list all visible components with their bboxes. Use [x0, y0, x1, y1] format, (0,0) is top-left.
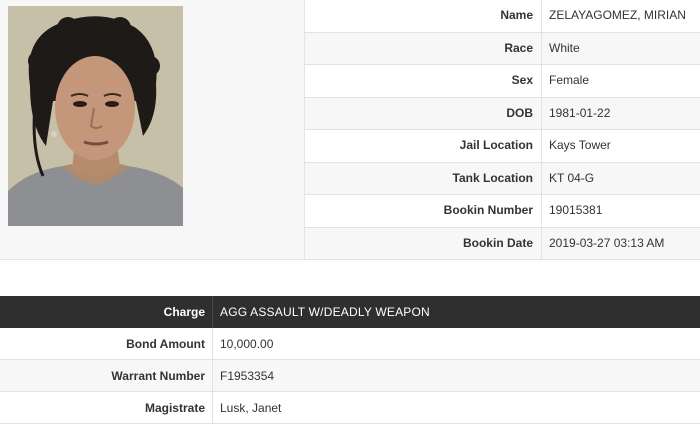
info-label: Bookin Number — [305, 195, 542, 227]
info-value: White — [549, 40, 580, 55]
charge-row-value: 10,000.00 — [220, 337, 274, 351]
info-value: Female — [549, 73, 590, 87]
charge-row-label: Bond Amount — [0, 328, 213, 359]
info-row-dob: DOB 1981-01-22 — [305, 97, 700, 130]
info-row-jail-location: Jail Location Kays Tower — [305, 130, 700, 163]
charge-header-row: Charge AGG ASSAULT W/DEADLY WEAPON — [0, 296, 700, 328]
info-label: Tank Location — [305, 162, 542, 194]
photo-cell — [0, 0, 305, 260]
charge-value: AGG ASSAULT W/DEADLY WEAPON — [220, 305, 430, 319]
info-label: Sex — [305, 65, 542, 97]
info-row-bookin-date: Bookin Date 2019-03-27 03:13 AM — [305, 227, 700, 260]
charge-row-bond-amount: Bond Amount 10,000.00 — [0, 328, 700, 360]
info-value: 19015381 — [549, 203, 603, 217]
info-row-tank-location: Tank Location KT 04-G — [305, 162, 700, 195]
inmate-panel: Name ZELAYAGOMEZ, MIRIAN Race White Sex … — [0, 0, 700, 260]
charge-row-magistrate: Magistrate Lusk, Janet — [0, 392, 700, 424]
info-row-name: Name ZELAYAGOMEZ, MIRIAN — [305, 0, 700, 33]
info-value: 2019-03-27 03:13 AM — [549, 235, 665, 250]
info-label: DOB — [305, 97, 542, 129]
info-label: Jail Location — [305, 130, 542, 162]
info-row-race: Race White — [305, 32, 700, 65]
inmate-info-table: Name ZELAYAGOMEZ, MIRIAN Race White Sex … — [305, 0, 700, 260]
charge-row-warrant-number: Warrant Number F1953354 — [0, 360, 700, 392]
charge-table: Charge AGG ASSAULT W/DEADLY WEAPON Bond … — [0, 296, 700, 424]
info-label: Bookin Date — [305, 227, 542, 259]
info-label: Race — [305, 32, 542, 64]
info-row-bookin-number: Bookin Number 19015381 — [305, 195, 700, 228]
charge-row-label: Magistrate — [0, 392, 213, 423]
info-value: ZELAYAGOMEZ, MIRIAN — [549, 8, 686, 22]
charge-row-label: Warrant Number — [0, 360, 213, 391]
info-label: Name — [305, 0, 542, 32]
charge-label: Charge — [0, 296, 213, 328]
info-value: 1981-01-22 — [549, 105, 611, 120]
info-value: KT 04-G — [549, 170, 595, 185]
charge-row-value: Lusk, Janet — [220, 401, 282, 415]
info-value: Kays Tower — [549, 138, 611, 152]
charge-row-value: F1953354 — [220, 369, 275, 383]
info-row-sex: Sex Female — [305, 65, 700, 98]
booking-photo — [8, 6, 183, 226]
